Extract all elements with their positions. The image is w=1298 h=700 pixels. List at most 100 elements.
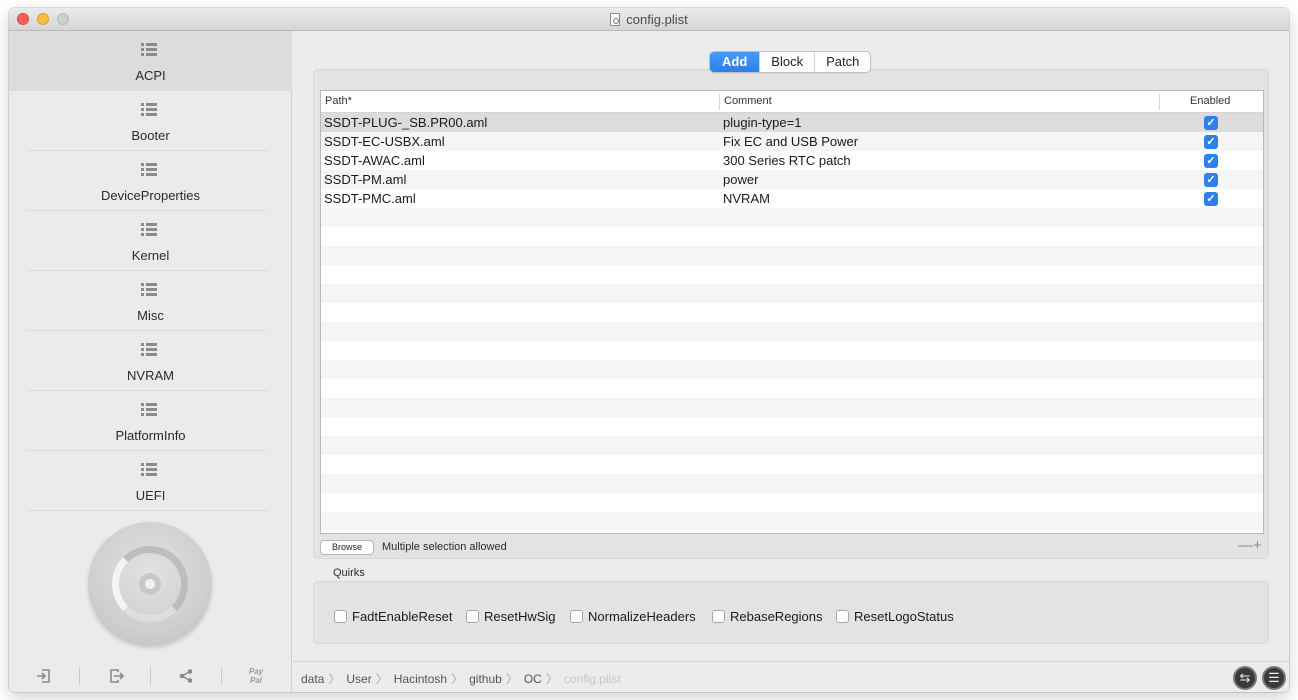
enabled-checkbox[interactable]: ✓ — [1204, 135, 1218, 149]
column-header-path[interactable]: Path* — [325, 95, 352, 107]
sidebar-item-uefi[interactable]: UEFI — [9, 451, 292, 511]
divider — [27, 510, 267, 511]
divider — [150, 667, 151, 685]
checkbox[interactable] — [836, 610, 849, 623]
chevron-right-icon: 〉 — [328, 672, 341, 686]
cell-path[interactable]: SSDT-EC-USBX.aml — [324, 134, 445, 149]
sidebar-item-label: PlatformInfo — [115, 428, 186, 443]
breadcrumb-item[interactable]: Hacintosh — [394, 672, 447, 686]
sidebar-item-deviceproperties[interactable]: DeviceProperties — [9, 151, 292, 211]
sidebar-toolbar: Pay Pal — [9, 661, 292, 692]
sidebar: ACPI Booter DeviceProperties Kernel Misc… — [9, 31, 292, 692]
remove-row-button[interactable]: — — [1238, 537, 1253, 554]
sidebar-item-label: UEFI — [135, 488, 166, 503]
breadcrumb-item[interactable]: OC — [524, 672, 542, 686]
empty-row — [321, 265, 1263, 284]
sidebar-item-nvram[interactable]: NVRAM — [9, 331, 292, 391]
quirk-rebaseregions[interactable]: RebaseRegions — [712, 609, 823, 624]
chevron-right-icon: 〉 — [375, 672, 388, 686]
sidebar-item-kernel[interactable]: Kernel — [9, 211, 292, 271]
checkbox[interactable] — [334, 610, 347, 623]
section-tabs: Add Block Patch — [709, 51, 872, 73]
checkbox[interactable] — [466, 610, 479, 623]
cell-comment[interactable]: NVRAM — [723, 191, 770, 206]
cell-comment[interactable]: Fix EC and USB Power — [723, 134, 858, 149]
paypal-icon[interactable]: Pay Pal — [241, 665, 271, 687]
table-row[interactable]: SSDT-PM.aml power ✓ — [321, 170, 1263, 189]
quirk-label: ResetHwSig — [484, 609, 556, 624]
cell-path[interactable]: SSDT-PM.aml — [324, 172, 406, 187]
empty-row — [321, 493, 1263, 512]
tab-patch[interactable]: Patch — [814, 52, 870, 72]
paypal-line1: Pay — [248, 667, 264, 676]
sidebar-item-label: Booter — [131, 128, 170, 143]
title-bar: config.plist — [9, 8, 1289, 31]
window-title-text: config.plist — [626, 12, 688, 27]
enabled-checkbox[interactable]: ✓ — [1204, 192, 1218, 206]
app-window: config.plist ACPI Booter DevicePropertie… — [9, 8, 1289, 692]
tab-add[interactable]: Add — [710, 52, 760, 72]
breadcrumb-item[interactable]: config.plist — [564, 672, 621, 686]
cell-path[interactable]: SSDT-PLUG-_SB.PR00.aml — [324, 115, 487, 130]
paypal-line2: Pal — [249, 676, 262, 685]
enabled-checkbox[interactable]: ✓ — [1204, 154, 1218, 168]
tab-block[interactable]: Block — [759, 52, 814, 72]
breadcrumb-item[interactable]: data — [301, 672, 324, 686]
main-content: Path* Comment Enabled SSDT-PLUG-_SB.PR00… — [293, 31, 1289, 692]
app-logo-disc — [88, 522, 212, 646]
swap-arrows-icon[interactable]: ⇆ — [1233, 666, 1257, 690]
table-row[interactable]: SSDT-EC-USBX.aml Fix EC and USB Power ✓ — [321, 132, 1263, 151]
sidebar-item-misc[interactable]: Misc — [9, 271, 292, 331]
status-bar: data 〉 User 〉 Hacintosh 〉 github 〉 OC 〉 confi… — [293, 661, 1289, 692]
add-row-button[interactable]: + — [1253, 537, 1262, 554]
document-icon — [610, 13, 621, 26]
quirk-fadtenablereset[interactable]: FadtEnableReset — [334, 609, 452, 624]
divider — [221, 667, 222, 685]
enabled-checkbox[interactable]: ✓ — [1204, 116, 1218, 130]
sidebar-item-booter[interactable]: Booter — [9, 91, 292, 151]
list-icon — [141, 403, 157, 417]
quirk-resetlogostatus[interactable]: ResetLogoStatus — [836, 609, 954, 624]
checkbox[interactable] — [712, 610, 725, 623]
empty-row — [321, 474, 1263, 493]
breadcrumb-item[interactable]: github — [469, 672, 502, 686]
quirk-normalizeheaders[interactable]: NormalizeHeaders — [570, 609, 696, 624]
empty-row — [321, 246, 1263, 265]
column-divider[interactable] — [719, 94, 720, 110]
sidebar-item-label: Kernel — [131, 248, 170, 263]
empty-row — [321, 417, 1263, 436]
column-header-comment[interactable]: Comment — [724, 95, 772, 107]
breadcrumb: data 〉 User 〉 Hacintosh 〉 github 〉 OC 〉 confi… — [301, 670, 625, 687]
cell-path[interactable]: SSDT-PMC.aml — [324, 191, 416, 206]
table-row[interactable]: SSDT-PMC.aml NVRAM ✓ — [321, 189, 1263, 208]
export-icon[interactable] — [101, 665, 131, 687]
cell-path[interactable]: SSDT-AWAC.aml — [324, 153, 425, 168]
table-row[interactable]: SSDT-AWAC.aml 300 Series RTC patch ✓ — [321, 151, 1263, 170]
list-icon — [141, 283, 157, 297]
checkbox[interactable] — [570, 610, 583, 623]
browse-button[interactable]: Browse — [320, 540, 374, 555]
import-icon[interactable] — [29, 665, 59, 687]
cell-comment[interactable]: 300 Series RTC patch — [723, 153, 851, 168]
cell-comment[interactable]: plugin-type=1 — [723, 115, 801, 130]
list-icon — [141, 463, 157, 477]
list-view-icon[interactable]: ☰ — [1262, 666, 1286, 690]
share-icon[interactable] — [171, 665, 201, 687]
sidebar-item-label: Misc — [137, 308, 164, 323]
breadcrumb-item[interactable]: User — [346, 672, 371, 686]
empty-row — [321, 322, 1263, 341]
enabled-checkbox[interactable]: ✓ — [1204, 173, 1218, 187]
table-body: SSDT-PLUG-_SB.PR00.aml plugin-type=1 ✓ SSD… — [321, 113, 1263, 533]
sidebar-item-platforminfo[interactable]: PlatformInfo — [9, 391, 292, 451]
quirk-resethwsig[interactable]: ResetHwSig — [466, 609, 556, 624]
quirk-label: NormalizeHeaders — [588, 609, 696, 624]
quirks-group: FadtEnableReset ResetHwSig NormalizeHead… — [313, 581, 1269, 644]
column-divider[interactable] — [1159, 94, 1160, 110]
column-header-enabled[interactable]: Enabled — [1190, 95, 1230, 107]
divider — [79, 667, 80, 685]
table-row[interactable]: SSDT-PLUG-_SB.PR00.aml plugin-type=1 ✓ — [321, 113, 1263, 132]
cell-comment[interactable]: power — [723, 172, 758, 187]
empty-row — [321, 379, 1263, 398]
sidebar-item-acpi[interactable]: ACPI — [9, 31, 292, 91]
empty-row — [321, 531, 1263, 533]
